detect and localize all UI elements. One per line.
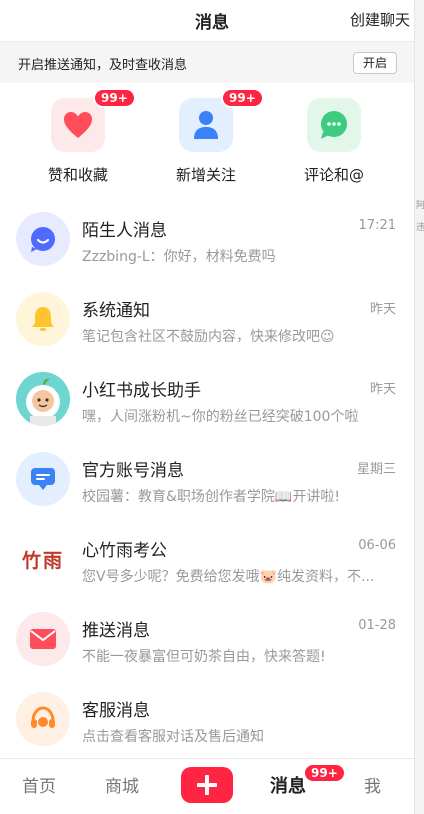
followers-badge: 99+ [221,88,264,108]
likes-badge: 99+ [93,88,136,108]
list-item-growth-assistant[interactable]: 小红书成长助手 嘿，人间涨粉机~你的粉丝已经突破100个啦 昨天 [0,360,414,440]
message-time: 昨天 [369,302,396,317]
publish-button[interactable] [181,767,233,803]
list-item-official-accounts[interactable]: 官方账号消息 校园薯：教育&职场创作者学院📖开讲啦! 星期三 [0,440,414,520]
message-title: 客服消息 [82,701,150,721]
message-title: 小红书成长助手 [82,381,201,401]
list-item-system-notice[interactable]: 系统通知 笔记包含社区不鼓励内容，快来修改吧😉 昨天 [0,280,414,360]
list-item-zhuyu-exam[interactable]: 竹雨 心竹雨考公 您V号多少呢？免费给您发哦🐷纯发资料，不... 06-06 [0,520,414,600]
quick-label: 赞和收藏 [47,166,108,184]
push-notification-banner: 开启推送通知，及时查收消息 开启 [0,41,414,83]
person-icon: 99+ [179,88,264,152]
zhuyu-logo: 竹雨 [16,532,70,586]
quick-comments-mentions[interactable]: 评论和@ [284,98,384,185]
message-time: 昨天 [369,382,396,397]
quick-actions: 99+ 赞和收藏 99+ 新增关注 评论和@ [0,88,414,192]
list-item-stranger-messages[interactable]: 陌生人消息 Zzzbing-L：你好，材料免费吗 17:21 [0,200,414,280]
message-preview: 点击查看客服对话及售后通知 [82,729,264,745]
headset-icon [16,692,70,746]
quick-new-followers[interactable]: 99+ 新增关注 [156,88,264,185]
quick-likes-favorites[interactable]: 99+ 赞和收藏 [28,88,136,185]
message-preview: Zzzbing-L：你好，材料免费吗 [82,249,276,265]
bell-icon [16,292,70,346]
message-time: 06-06 [358,538,396,553]
edge-char: 阿 [416,201,424,211]
message-preview: 不能一夜暴富但可奶茶自由，快来答题! [82,649,326,665]
tab-home[interactable]: 首页 [22,772,56,797]
create-chat-button[interactable]: 创建聊天 [350,9,410,30]
message-title: 心竹雨考公 [82,541,167,561]
bottom-tab-bar: 首页 商城 消息 99+ 我 [0,758,414,814]
tab-me[interactable]: 我 [364,772,381,797]
messages-tab-badge: 99+ [303,763,346,783]
message-preview: 笔记包含社区不鼓励内容，快来修改吧😉 [82,329,335,345]
stranger-chat-icon [16,212,70,266]
message-box-icon [16,452,70,506]
list-item-push-messages[interactable]: 推送消息 不能一夜暴富但可奶茶自由，快来答题! 01-28 [0,600,414,680]
header: 消息 创建聊天 [0,0,424,40]
quick-label: 新增关注 [175,166,236,184]
edge-char: 违 [416,223,424,233]
message-time: 01-28 [358,618,396,633]
message-time: 星期三 [356,462,396,477]
message-title: 官方账号消息 [82,461,184,481]
message-title: 陌生人消息 [82,221,167,241]
message-preview: 您V号多少呢？免费给您发哦🐷纯发资料，不... [82,569,375,585]
zhuyu-logo-text: 竹雨 [21,549,64,572]
message-title: 推送消息 [82,621,150,641]
chat-bubble-icon [307,98,361,152]
enable-push-button[interactable]: 开启 [353,52,397,74]
message-time: 17:21 [358,218,396,233]
message-title: 系统通知 [82,301,150,321]
message-preview: 校园薯：教育&职场创作者学院📖开讲啦! [82,489,340,505]
plus-icon [197,775,217,795]
tab-messages[interactable]: 消息 [270,772,306,798]
adjacent-panel-edge: 阿 违 [414,0,424,814]
list-item-customer-service[interactable]: 客服消息 点击查看客服对话及售后通知 [0,680,414,760]
astronaut-avatar [16,372,70,426]
push-notification-text: 开启推送通知，及时查收消息 [18,58,188,73]
heart-icon: 99+ [51,88,136,152]
tab-mall[interactable]: 商城 [105,772,139,797]
envelope-icon [16,612,70,666]
quick-label: 评论和@ [303,166,364,184]
message-preview: 嘿，人间涨粉机~你的粉丝已经突破100个啦 [82,409,359,425]
